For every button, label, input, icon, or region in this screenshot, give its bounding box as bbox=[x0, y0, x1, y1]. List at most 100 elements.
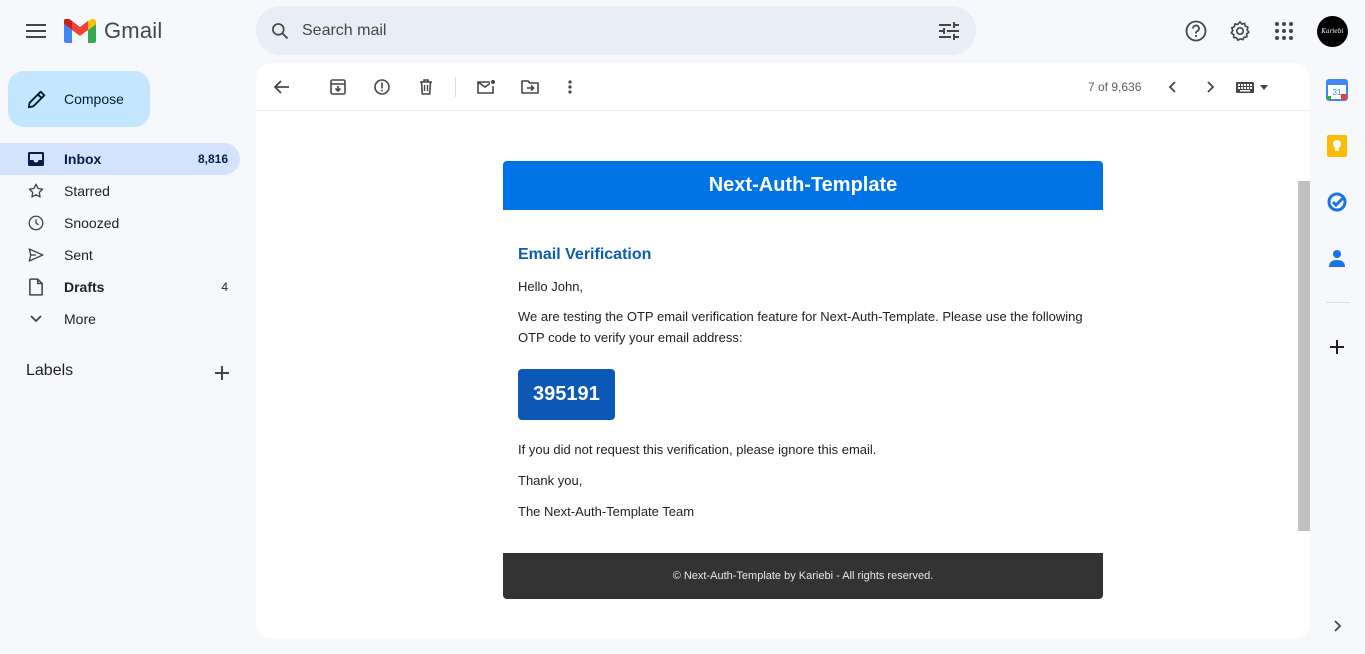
message-view: 7 of 9,636 Next-Auth-Template Email Veri… bbox=[256, 63, 1310, 639]
google-apps-button[interactable] bbox=[1264, 11, 1304, 51]
draft-icon bbox=[26, 277, 46, 297]
email-footer-text: © Next-Auth-Template by Kariebi - All ri… bbox=[672, 570, 934, 582]
chevron-left-icon bbox=[1168, 81, 1176, 93]
send-icon bbox=[26, 245, 46, 265]
email-header-title: Next-Auth-Template bbox=[708, 174, 898, 196]
side-panel-divider bbox=[1326, 302, 1350, 303]
archive-icon bbox=[330, 79, 346, 95]
main-menu-button[interactable] bbox=[16, 11, 56, 51]
email-intro: We are testing the OTP email verificatio… bbox=[518, 309, 1083, 345]
search-input[interactable] bbox=[302, 21, 902, 40]
tune-icon bbox=[939, 22, 959, 40]
star-icon bbox=[26, 181, 46, 201]
email-title: Email Verification bbox=[518, 246, 652, 263]
dropdown-arrow-icon bbox=[1260, 84, 1268, 90]
otp-container: 395191 bbox=[518, 369, 1088, 420]
toolbar-divider bbox=[455, 77, 456, 97]
trash-icon bbox=[420, 79, 432, 95]
sidebar-item-label: Sent bbox=[64, 247, 93, 263]
otp-code: 395191 bbox=[518, 369, 615, 420]
inbox-icon bbox=[26, 149, 46, 169]
pagination-count: 7 of 9,636 bbox=[1088, 80, 1142, 94]
contacts-app-button[interactable] bbox=[1326, 247, 1350, 271]
sidebar-item-more[interactable]: More bbox=[0, 303, 240, 335]
gear-icon bbox=[1230, 21, 1250, 42]
pencil-icon bbox=[27, 90, 46, 109]
hide-side-panel-button[interactable] bbox=[1326, 615, 1350, 639]
mark-unread-icon bbox=[477, 80, 495, 94]
report-spam-button[interactable] bbox=[366, 71, 398, 103]
tasks-icon bbox=[1327, 192, 1347, 212]
sidebar-item-label: More bbox=[64, 311, 96, 327]
sidebar-item-label: Starred bbox=[64, 183, 110, 199]
email-ignore-note: If you did not request this verification… bbox=[518, 442, 877, 457]
keep-app-button[interactable] bbox=[1326, 135, 1350, 159]
newer-button[interactable] bbox=[1156, 71, 1188, 103]
sidebar-item-snoozed[interactable]: Snoozed bbox=[0, 207, 240, 239]
plus-icon bbox=[1330, 340, 1344, 354]
unread-count: 8,816 bbox=[197, 152, 228, 166]
sidebar-item-label: Drafts bbox=[64, 279, 105, 295]
sidebar-item-sent[interactable]: Sent bbox=[0, 239, 240, 271]
email-greeting: Hello John, bbox=[518, 279, 584, 294]
menu-icon bbox=[26, 24, 46, 38]
search-options-button[interactable] bbox=[936, 18, 962, 44]
chevron-right-icon bbox=[1207, 81, 1215, 93]
email-body: Email Verification Hello John, We are te… bbox=[503, 246, 1103, 522]
gmail-logo-icon bbox=[64, 19, 96, 43]
email-signature: The Next-Auth-Template Team bbox=[518, 504, 695, 519]
email-header-banner: Next-Auth-Template bbox=[503, 161, 1103, 210]
calendar-app-button[interactable]: 31 bbox=[1326, 79, 1350, 103]
back-button[interactable] bbox=[266, 71, 298, 103]
compose-button[interactable]: Compose bbox=[8, 71, 150, 127]
more-vert-icon bbox=[568, 80, 572, 94]
sidebar-item-label: Snoozed bbox=[64, 215, 120, 231]
scrollbar-thumb[interactable] bbox=[1298, 181, 1310, 531]
svg-text:31: 31 bbox=[1333, 88, 1342, 97]
sidebar-item-label: Inbox bbox=[64, 151, 102, 167]
labels-heading: Labels bbox=[26, 362, 74, 379]
input-tools-button[interactable] bbox=[1236, 75, 1276, 99]
search-bar[interactable] bbox=[256, 6, 976, 55]
sidebar-nav: Inbox 8,816 Starred Snoozed Sent Drafts … bbox=[0, 143, 240, 335]
avatar-text: Kariebi bbox=[1321, 28, 1344, 35]
mark-unread-button[interactable] bbox=[470, 71, 502, 103]
create-label-button[interactable] bbox=[210, 361, 234, 385]
draft-count: 4 bbox=[221, 280, 228, 294]
email-content: Next-Auth-Template Email Verification He… bbox=[503, 161, 1103, 522]
move-to-button[interactable] bbox=[514, 71, 546, 103]
older-button[interactable] bbox=[1195, 71, 1227, 103]
message-toolbar: 7 of 9,636 bbox=[256, 63, 1310, 111]
app-name: Gmail bbox=[104, 18, 163, 43]
gmail-logo[interactable]: Gmail bbox=[64, 18, 162, 44]
sidebar-item-drafts[interactable]: Drafts 4 bbox=[0, 271, 240, 303]
keep-icon bbox=[1327, 135, 1347, 157]
support-button[interactable] bbox=[1176, 11, 1216, 51]
more-options-button[interactable] bbox=[554, 71, 586, 103]
move-to-icon bbox=[521, 80, 539, 94]
search-icon bbox=[272, 22, 289, 39]
chevron-right-small-icon bbox=[1334, 620, 1342, 632]
plus-icon bbox=[215, 366, 229, 380]
chevron-down-icon bbox=[26, 309, 46, 329]
report-spam-icon bbox=[374, 79, 390, 95]
email-footer: © Next-Auth-Template by Kariebi - All ri… bbox=[503, 553, 1103, 599]
contacts-icon bbox=[1329, 250, 1345, 267]
back-arrow-icon bbox=[274, 80, 289, 94]
apps-grid-icon bbox=[1275, 22, 1293, 40]
email-thanks: Thank you, bbox=[518, 473, 583, 488]
delete-button[interactable] bbox=[410, 71, 442, 103]
calendar-icon: 31 bbox=[1326, 79, 1348, 101]
compose-label: Compose bbox=[64, 91, 124, 107]
archive-button[interactable] bbox=[322, 71, 354, 103]
sidebar-item-inbox[interactable]: Inbox 8,816 bbox=[0, 143, 240, 175]
get-addons-button[interactable] bbox=[1326, 336, 1350, 360]
clock-icon bbox=[26, 213, 46, 233]
settings-button[interactable] bbox=[1220, 11, 1260, 51]
account-avatar[interactable]: Kariebi bbox=[1317, 16, 1348, 47]
keyboard-icon bbox=[1236, 81, 1254, 93]
sidebar-item-starred[interactable]: Starred bbox=[0, 175, 240, 207]
tasks-app-button[interactable] bbox=[1326, 191, 1350, 215]
help-icon bbox=[1185, 20, 1207, 42]
search-button[interactable] bbox=[266, 17, 294, 45]
